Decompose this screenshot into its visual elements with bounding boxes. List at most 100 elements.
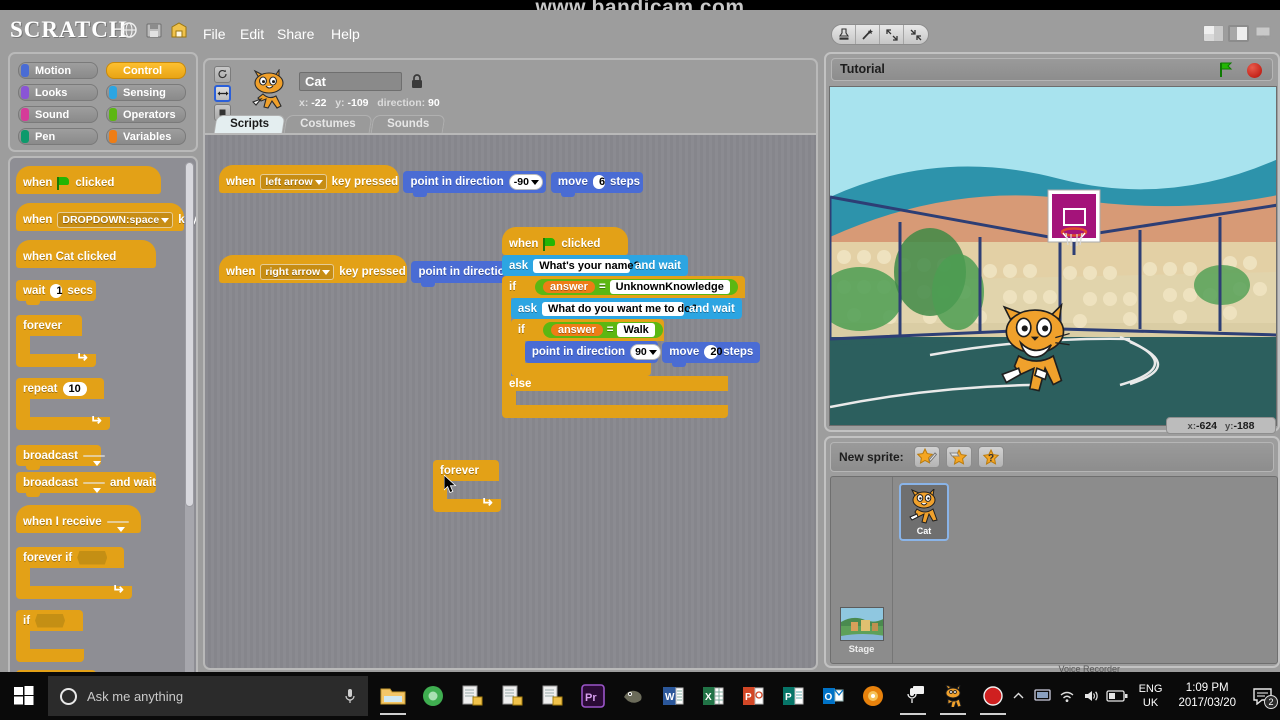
equals-operator-block[interactable]: answer = UnknownKnowledge	[535, 279, 738, 295]
tab-scripts[interactable]: Scripts	[213, 115, 286, 134]
action-center-icon[interactable]: 2	[1244, 672, 1280, 720]
language-indicator[interactable]: ENG UK	[1131, 682, 1171, 710]
answer-reporter[interactable]: answer	[543, 281, 595, 293]
palette-block-broadcast[interactable]: broadcast	[16, 445, 105, 470]
script-left-arrow[interactable]: when left arrow key pressed point in dir…	[219, 165, 643, 197]
taskbar-app-outlook[interactable]: O	[814, 676, 852, 716]
move-steps-field[interactable]: 20	[704, 345, 723, 359]
grow-tool-button[interactable]	[880, 25, 904, 44]
menu-help[interactable]: Help	[331, 26, 360, 42]
rotate-left-right-button[interactable]	[214, 85, 231, 102]
key-dropdown[interactable]: left arrow	[260, 174, 327, 190]
stage-selector[interactable]: Stage	[831, 477, 893, 663]
if-outer-slot[interactable]: ask What do you want me to do? and wait …	[510, 298, 816, 376]
if-condition-slot[interactable]	[35, 613, 66, 628]
forever-if-condition-slot[interactable]	[77, 550, 108, 565]
shrink-tool-button[interactable]	[904, 25, 928, 44]
category-pen[interactable]: Pen	[18, 128, 98, 145]
windows-start-button[interactable]	[4, 676, 44, 716]
palette-block-repeat[interactable]: repeat 10	[16, 378, 110, 430]
show-hidden-icons-chevron[interactable]	[1007, 672, 1031, 720]
palette-scrollbar-thumb[interactable]	[185, 162, 194, 507]
block-ask-name-and-wait[interactable]: ask What's your name? and wait	[502, 255, 688, 280]
wifi-icon[interactable]	[1055, 672, 1079, 720]
move-steps-field[interactable]: 6	[592, 175, 605, 189]
broadcast-message-dropdown[interactable]	[82, 454, 105, 466]
volume-icon[interactable]	[1079, 672, 1103, 720]
hat-when-left-arrow-key-pressed[interactable]: when left arrow key pressed	[219, 165, 399, 193]
taskbar-app-powerpoint[interactable]: P	[734, 676, 772, 716]
palette-scrollbar-track[interactable]	[185, 162, 194, 702]
category-looks[interactable]: Looks	[18, 84, 98, 101]
taskbar-app-text-document-2[interactable]	[494, 676, 532, 716]
menu-file[interactable]: File	[203, 26, 226, 42]
block-ask-action-and-wait[interactable]: ask What do you want me to do? and wait	[510, 298, 742, 323]
compare-value-field[interactable]: Walk	[617, 323, 655, 337]
if-inner-slot[interactable]: point in direction 90 move 20 steps	[524, 341, 761, 367]
block-move-steps[interactable]: move 20 steps	[662, 341, 761, 367]
stop-button[interactable]	[1247, 63, 1262, 78]
taskbar-app-premiere-pro[interactable]: Pr	[574, 676, 612, 716]
normal-stage-view-button[interactable]	[1228, 25, 1249, 42]
script-main-green-flag[interactable]: when clicked ask What's your name? and w…	[502, 227, 816, 418]
block-palette[interactable]: when clicked when DROPDOWN:space key pre…	[8, 156, 198, 712]
taskbar-app-gimp[interactable]	[614, 676, 652, 716]
direction-dropdown[interactable]: -90	[508, 174, 543, 190]
menu-edit[interactable]: Edit	[240, 26, 264, 42]
if-slot[interactable]	[30, 631, 60, 649]
category-motion[interactable]: Motion	[18, 62, 98, 79]
repeat-slot[interactable]	[30, 399, 60, 417]
sprite-card-cat[interactable]: Cat	[899, 483, 949, 541]
wait-secs-field[interactable]: 1	[50, 283, 63, 298]
tab-costumes[interactable]: Costumes	[283, 115, 373, 134]
category-variables[interactable]: Variables	[106, 128, 186, 145]
palette-block-when-flag-clicked[interactable]: when clicked	[16, 166, 161, 194]
import-sprite-button[interactable]	[945, 446, 972, 468]
palette-block-when-i-receive[interactable]: when I receive	[16, 505, 141, 533]
taskbar-app-firefox[interactable]	[854, 676, 892, 716]
surprise-sprite-button[interactable]: ?	[977, 446, 1004, 468]
stamp-tool-button[interactable]	[832, 25, 856, 44]
sprite-thumbnail-cat[interactable]	[241, 68, 297, 117]
display-icon[interactable]	[1031, 672, 1055, 720]
ask-question-field[interactable]: What's your name?	[533, 258, 640, 273]
key-dropdown[interactable]: right arrow	[260, 264, 335, 280]
tab-sounds[interactable]: Sounds	[370, 115, 446, 134]
broadcast-message-dropdown[interactable]	[82, 481, 105, 493]
compare-value-field[interactable]: UnknownKnowledge	[609, 280, 730, 294]
taskbar-app-publisher[interactable]: P	[774, 676, 812, 716]
small-stage-view-button[interactable]	[1203, 25, 1224, 42]
category-sensing[interactable]: Sensing	[106, 84, 186, 101]
category-control[interactable]: Control	[106, 62, 186, 79]
block-if-inner[interactable]: if answer = Walk point in direction 90 m…	[510, 319, 761, 376]
palette-block-when-sprite-clicked[interactable]: when Cat clicked	[16, 240, 156, 268]
category-sound[interactable]: Sound	[18, 106, 98, 123]
else-slot[interactable]	[516, 391, 546, 405]
palette-block-when-key-pressed[interactable]: when DROPDOWN:space key pressed	[16, 203, 196, 231]
rotate-all-around-button[interactable]	[214, 66, 231, 83]
palette-block-forever[interactable]: forever	[16, 315, 96, 367]
search-input[interactable]: Ask me anything	[48, 676, 368, 716]
palette-block-if[interactable]: if	[16, 610, 84, 662]
equals-operator-block[interactable]: answer = Walk	[542, 322, 663, 338]
save-icon[interactable]	[145, 21, 163, 39]
presentation-mode-button[interactable]	[1253, 25, 1274, 42]
globe-icon[interactable]	[120, 21, 138, 39]
palette-block-forever-if[interactable]: forever if	[16, 547, 132, 599]
microphone-icon[interactable]	[344, 688, 356, 705]
block-point-in-direction[interactable]: point in direction 90	[524, 341, 661, 367]
forever-slot[interactable]	[30, 336, 60, 354]
ask-question-field[interactable]: What do you want me to do?	[542, 301, 698, 316]
answer-reporter[interactable]: answer	[550, 324, 603, 336]
palette-block-wait[interactable]: wait 1 secs	[16, 280, 96, 305]
taskbar-app-sound-recorder[interactable]	[894, 676, 932, 716]
receive-message-dropdown[interactable]	[106, 521, 129, 532]
category-operators[interactable]: Operators	[106, 106, 186, 123]
hat-when-right-arrow-key-pressed[interactable]: when right arrow key pressed	[219, 255, 407, 283]
direction-dropdown[interactable]: 90	[630, 344, 661, 360]
taskbar-app-scratch[interactable]	[934, 676, 972, 716]
key-dropdown[interactable]: DROPDOWN:space	[57, 212, 174, 228]
taskbar-app-word[interactable]: W	[654, 676, 692, 716]
taskbar-app-file-explorer[interactable]	[374, 676, 412, 716]
taskbar-app-excel[interactable]: X	[694, 676, 732, 716]
